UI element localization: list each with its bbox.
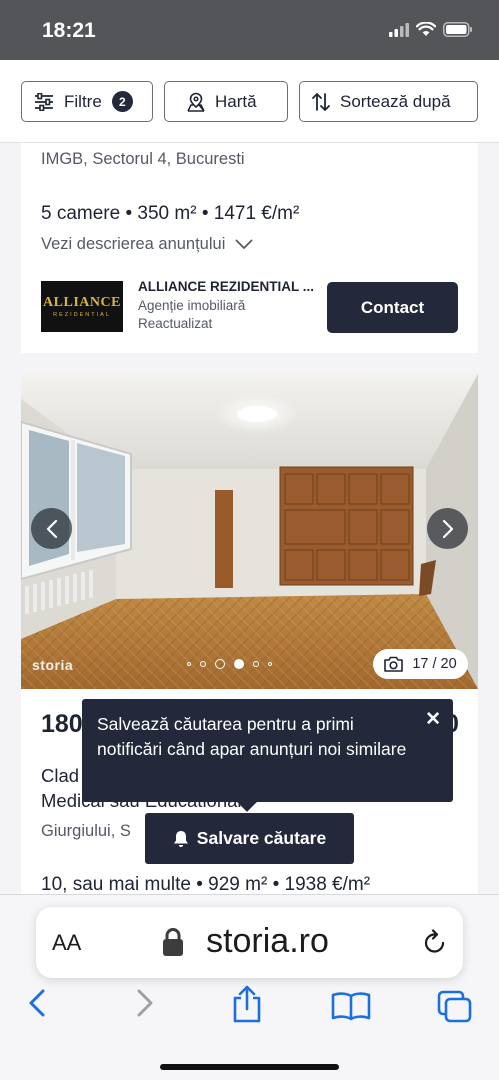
browser-toolbar: AA storia.ro: [0, 894, 499, 1080]
contact-button[interactable]: Contact: [327, 282, 458, 333]
description-link[interactable]: Vezi descrierea anunțului: [41, 235, 253, 254]
photo-counter-label: 17 / 20: [412, 656, 457, 672]
agency-logo[interactable]: ALLIANCE REZIDENTIAL: [41, 281, 123, 332]
share-icon[interactable]: [230, 985, 264, 1023]
description-link-label: Vezi descrierea anunțului: [41, 235, 226, 253]
url-text[interactable]: storia.ro: [36, 922, 463, 961]
filters-count-badge: 2: [111, 91, 133, 112]
photo-dot: [200, 661, 206, 667]
reload-icon[interactable]: [423, 929, 447, 955]
photo-dot: [215, 659, 225, 669]
agency-logo-text: ALLIANCE: [43, 295, 121, 310]
chevron-left-icon: [46, 519, 57, 538]
forward-icon[interactable]: [134, 988, 156, 1018]
photo-watermark: storia: [32, 657, 74, 673]
map-label: Hartă: [215, 91, 257, 111]
signal-icon: [389, 22, 409, 37]
sort-button[interactable]: Sortează după: [299, 81, 478, 122]
tabs-icon[interactable]: [437, 990, 473, 1024]
filters-button[interactable]: Filtre 2: [21, 81, 153, 122]
photo-dot: [268, 662, 272, 666]
save-search-button[interactable]: Salvare căutare: [145, 813, 354, 864]
listing-specs: 10, sau mai multe • 929 m² • 1938 €/m²: [41, 874, 371, 895]
battery-icon: [443, 22, 472, 37]
listing-card[interactable]: IMGB, Sectorul 4, Bucuresti 5 camere • 3…: [21, 143, 478, 353]
filters-label: Filtre: [64, 91, 102, 111]
previous-photo-button[interactable]: [31, 508, 72, 549]
wifi-icon: [416, 22, 436, 36]
tooltip-text: Salvează căutarea pentru a primi notific…: [97, 714, 407, 759]
room-photo: [21, 374, 478, 689]
listing-status: Reactualizat: [138, 316, 213, 331]
home-indicator: [160, 1064, 339, 1070]
bookmarks-icon[interactable]: [331, 991, 371, 1021]
status-time: 18:21: [42, 19, 96, 42]
agency-name[interactable]: ALLIANCE REZIDENTIAL ...: [138, 279, 314, 294]
agency-type: Agenție imobiliară: [138, 298, 246, 313]
agency-logo-subtext: REZIDENTIAL: [53, 312, 111, 318]
status-icons: [389, 22, 473, 37]
photo-dots: [187, 659, 272, 669]
chevron-down-icon: [235, 239, 253, 249]
filter-bar: Filtre 2 Hartă Sortează după: [0, 60, 499, 143]
listing-specs: 5 camere • 350 m² • 1471 €/m²: [41, 203, 300, 224]
photo-counter[interactable]: 17 / 20: [373, 649, 468, 679]
status-bar: 18:21: [0, 0, 499, 60]
map-pin-icon: [187, 92, 205, 112]
camera-icon: [384, 656, 404, 672]
back-icon[interactable]: [26, 988, 48, 1018]
sliders-icon: [35, 92, 53, 111]
listing-photo[interactable]: storia 17 / 20: [21, 374, 478, 689]
listing-price: 180: [41, 710, 83, 738]
photo-dot: [253, 661, 259, 667]
url-label: storia.ro: [206, 922, 329, 960]
save-search-tooltip: Salvează căutarea pentru a primi notific…: [82, 699, 453, 812]
close-icon[interactable]: ✕: [425, 707, 441, 732]
chevron-right-icon: [442, 519, 453, 538]
address-bar[interactable]: AA storia.ro: [36, 907, 463, 978]
photo-dot: [187, 662, 191, 666]
listing-address: Giurgiului, S: [41, 822, 131, 840]
listing-title[interactable]: Clad: [41, 765, 79, 787]
save-search-label: Salvare căutare: [196, 828, 327, 848]
bell-icon: [173, 830, 188, 847]
next-photo-button[interactable]: [427, 508, 468, 549]
listing-address: IMGB, Sectorul 4, Bucuresti: [41, 150, 245, 168]
sort-label: Sortează după: [340, 91, 451, 111]
photo-dot-active: [234, 659, 244, 669]
sort-arrows-icon: [312, 92, 330, 111]
map-button[interactable]: Hartă: [164, 81, 288, 122]
